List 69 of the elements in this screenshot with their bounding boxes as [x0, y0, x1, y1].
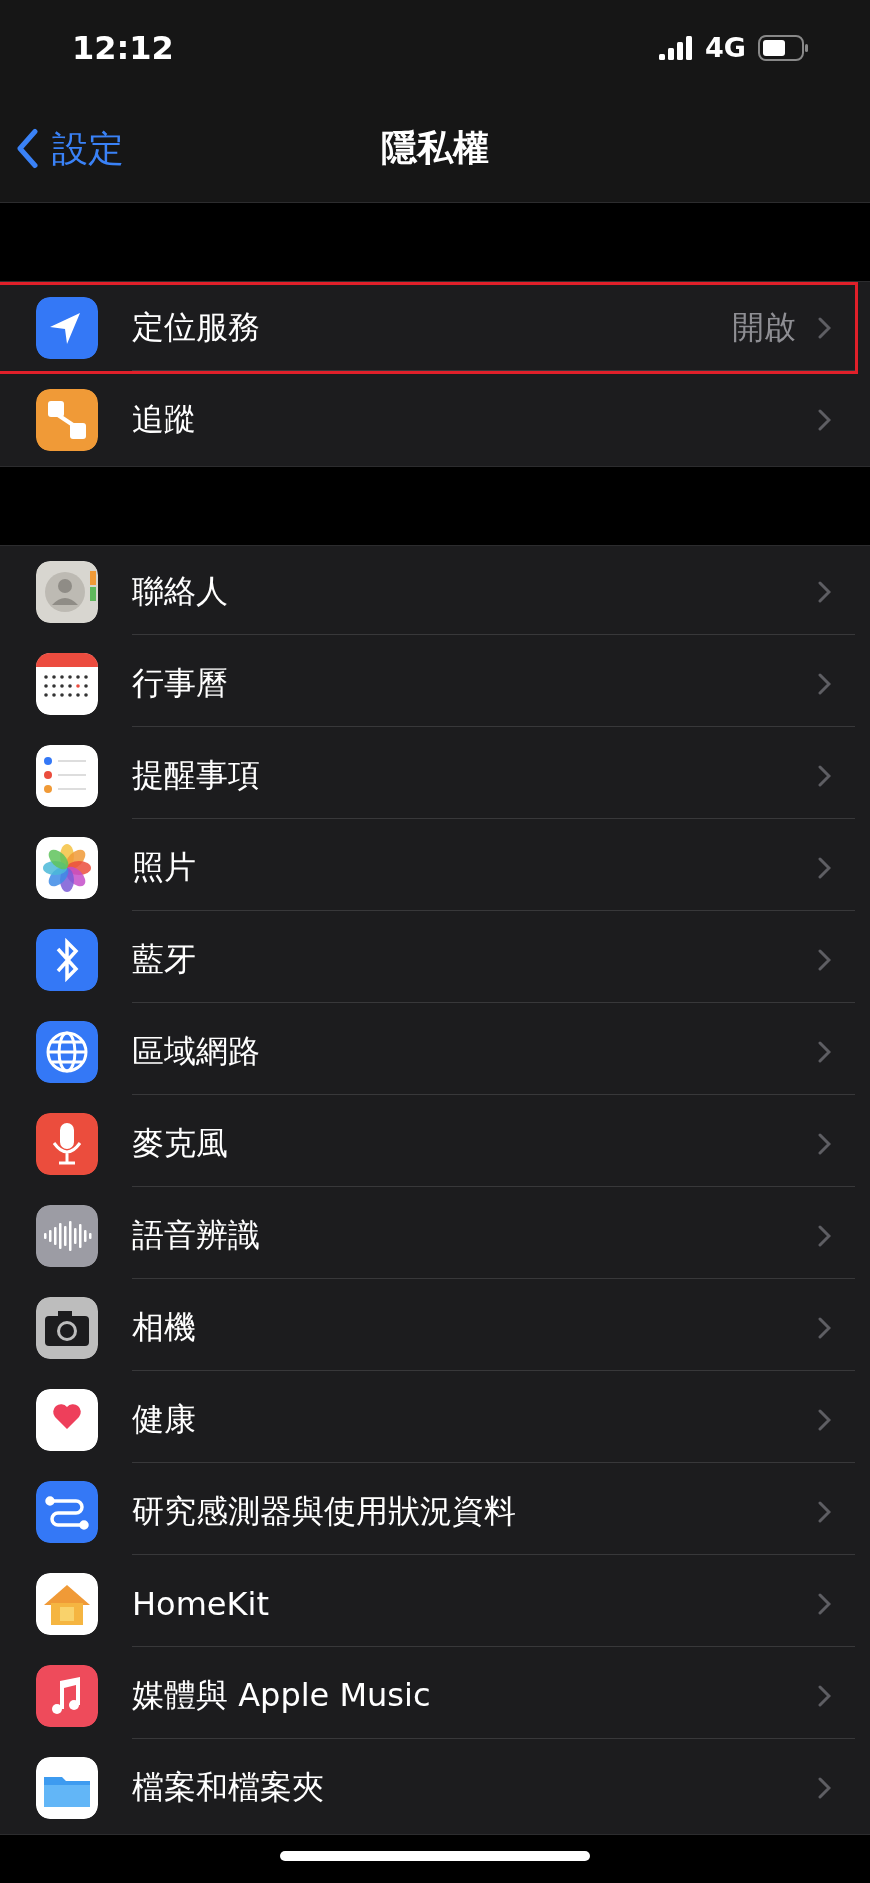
signal-icon	[659, 35, 694, 60]
chevron-icon	[818, 1040, 831, 1063]
settings-row[interactable]: 聯絡人	[0, 546, 858, 638]
highlighted-settings-row[interactable]: 定位服務 開啟	[0, 282, 858, 374]
row-label: 語音辨識	[132, 1214, 261, 1256]
reminders-icon	[36, 745, 98, 807]
calendar-icon	[36, 653, 98, 715]
settings-row[interactable]: HomeKit	[0, 1558, 858, 1650]
back-button[interactable]: 設定	[16, 124, 124, 173]
chevron-icon	[818, 580, 831, 603]
settings-row[interactable]: 媒體與 Apple Music	[0, 1650, 858, 1742]
row-value: 開啟	[732, 306, 796, 348]
chevron-icon	[818, 316, 831, 339]
settings-row[interactable]: 檔案和檔案夾	[0, 1742, 858, 1834]
settings-row[interactable]: 語音辨識	[0, 1190, 858, 1282]
microphone-icon	[36, 1113, 98, 1175]
settings-row[interactable]: 藍牙	[0, 914, 858, 1006]
row-label: 區域網路	[132, 1030, 261, 1072]
row-label: 檔案和檔案夾	[132, 1767, 325, 1808]
contacts-icon	[36, 561, 98, 623]
chevron-icon	[818, 764, 831, 787]
chevron-icon	[818, 1316, 831, 1339]
network-type: 4G	[705, 32, 746, 63]
row-label: 照片	[132, 846, 197, 888]
bluetooth-icon	[36, 929, 98, 991]
chevron-icon	[818, 1224, 831, 1247]
chevron-icon	[818, 1592, 831, 1615]
home-icon	[36, 1573, 98, 1635]
battery-icon	[758, 34, 810, 61]
chevron-icon	[818, 1500, 831, 1523]
settings-row[interactable]: 麥克風	[0, 1098, 858, 1190]
row-label: 追蹤	[132, 399, 197, 440]
settings-row[interactable]: 健康	[0, 1374, 858, 1466]
page-title: 隱私權	[381, 126, 489, 170]
settings-row[interactable]: 追蹤	[0, 374, 858, 466]
settings-row[interactable]: 行事曆	[0, 638, 858, 730]
chevron-icon	[818, 1684, 831, 1707]
chevron-icon	[818, 1777, 831, 1799]
row-label: HomeKit	[132, 1584, 270, 1623]
chevron-icon	[818, 672, 831, 695]
photos-icon	[36, 837, 98, 899]
row-label: 相機	[132, 1306, 197, 1348]
chevron-icon	[818, 856, 831, 879]
row-label: 藍牙	[132, 938, 197, 980]
row-label: 麥克風	[132, 1122, 229, 1164]
location-icon	[36, 297, 98, 359]
settings-row[interactable]: 研究感測器與使用狀況資料	[0, 1466, 858, 1558]
network-icon	[36, 1021, 98, 1083]
chevron-icon	[818, 1132, 831, 1155]
files-icon	[36, 1757, 98, 1819]
music-icon	[36, 1665, 98, 1727]
settings-row[interactable]: 提醒事項	[0, 730, 858, 822]
settings-row[interactable]: 區域網路	[0, 1006, 858, 1098]
row-label: 聯絡人	[132, 570, 229, 612]
camera-icon	[36, 1297, 98, 1359]
health-icon	[36, 1389, 98, 1451]
row-label: 定位服務	[132, 306, 261, 348]
settings-row[interactable]: 相機	[0, 1282, 858, 1374]
row-label: 提醒事項	[132, 754, 261, 796]
row-label: 行事曆	[132, 662, 229, 704]
back-chevron-icon	[16, 128, 38, 169]
row-label: 研究感測器與使用狀況資料	[132, 1490, 517, 1532]
chevron-icon	[818, 948, 831, 971]
chevron-icon	[818, 1408, 831, 1431]
row-label: 媒體與 Apple Music	[132, 1674, 432, 1716]
status-time: 12:12	[72, 28, 174, 67]
chevron-icon	[818, 409, 831, 431]
row-label: 健康	[132, 1398, 197, 1440]
settings-row[interactable]: 照片	[0, 822, 858, 914]
